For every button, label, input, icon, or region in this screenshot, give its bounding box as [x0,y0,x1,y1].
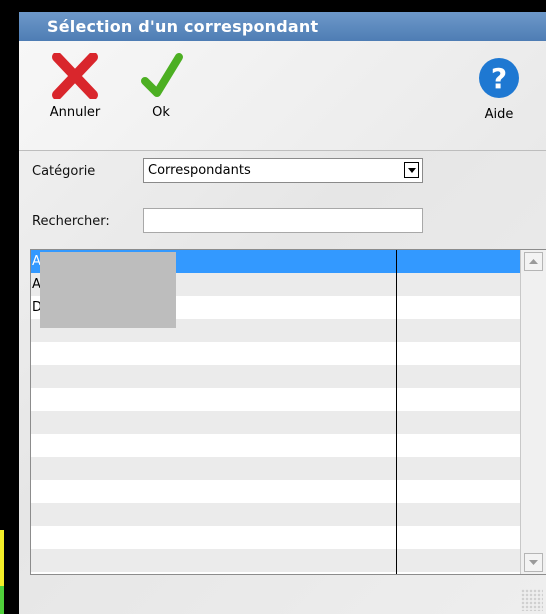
redacted-area [40,252,176,328]
list-item[interactable] [31,457,520,480]
ok-button[interactable]: Ok [131,51,191,120]
resize-grip[interactable] [521,589,543,611]
list-item[interactable] [31,526,520,549]
list-item[interactable] [31,480,520,503]
list-item[interactable] [31,434,520,457]
svg-text:?: ? [491,62,507,95]
list-item[interactable] [31,503,520,526]
list-item[interactable] [31,365,520,388]
scroll-up-button[interactable] [524,252,543,271]
chevron-down-icon[interactable] [404,162,419,178]
dialog-window: Sélection d'un correspondant Annuler Ok … [19,12,546,614]
ok-label: Ok [152,105,170,120]
cancel-label: Annuler [49,105,101,120]
search-label: Rechercher: [32,214,110,229]
list-item[interactable] [31,388,520,411]
arrow-up-icon [529,259,538,264]
window-title: Sélection d'un correspondant [47,17,319,36]
category-select[interactable]: Correspondants [143,158,423,183]
checkmark-icon [141,53,183,97]
vertical-scrollbar[interactable] [520,250,546,574]
list-item[interactable] [31,342,520,365]
scroll-down-button[interactable] [524,553,543,572]
search-input[interactable] [143,208,423,233]
column-separator[interactable] [396,250,397,574]
arrow-down-icon [529,560,538,565]
title-bar: Sélection d'un correspondant [19,12,546,41]
close-icon [52,52,98,100]
list-item[interactable] [31,549,520,572]
toolbar: Annuler Ok ? Aide [19,41,546,151]
help-icon: ? [479,58,519,98]
help-label: Aide [484,107,514,122]
list-item[interactable] [31,411,520,434]
category-label: Catégorie [32,164,96,179]
cancel-button[interactable]: Annuler [45,52,105,120]
background-window-edge-lime [0,586,4,614]
background-window-edge-green [0,530,4,586]
help-button[interactable]: ? Aide [469,55,529,122]
category-select-value: Correspondants [148,163,251,178]
